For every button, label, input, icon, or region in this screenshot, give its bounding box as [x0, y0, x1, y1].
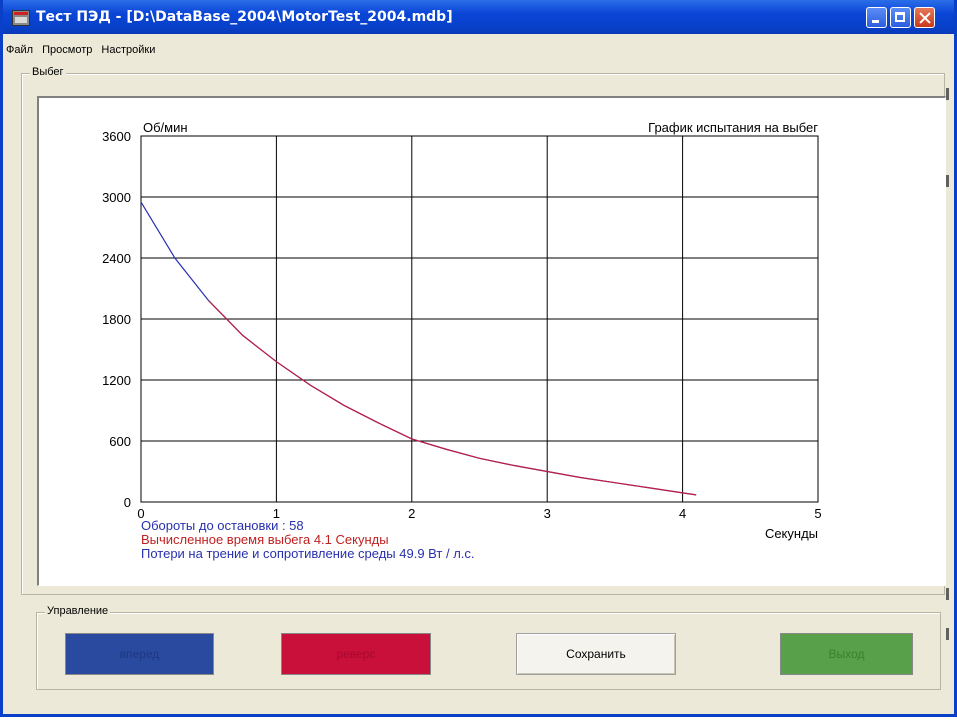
y-tick-label: 0 [124, 495, 131, 510]
control-group-label: Управление [45, 605, 111, 617]
y-tick-label: 3000 [102, 190, 131, 205]
title-bar[interactable]: Тест ПЭД - [D:\DataBase_2004\MotorTest_2… [3, 0, 954, 34]
menu-bar: Файл Просмотр Настройки [6, 44, 161, 62]
forward-button[interactable]: вперед [65, 633, 214, 675]
friction-loss-text: Потери на трение и сопротивление среды 4… [141, 546, 475, 561]
chart-title: График испытания на выбег [648, 120, 818, 135]
menu-file[interactable]: Файл [6, 44, 33, 56]
edge-mark [946, 628, 949, 640]
y-tick-label: 2400 [102, 251, 131, 266]
x-tick-label: 2 [408, 506, 415, 521]
maximize-icon[interactable] [890, 7, 911, 28]
x-tick-label: 4 [679, 506, 686, 521]
y-tick-label: 1800 [102, 312, 131, 327]
y-tick-label: 600 [109, 434, 131, 449]
x-axis-label: Секунды [765, 526, 818, 541]
runout-group-label: Выбег [30, 66, 66, 78]
x-tick-label: 5 [814, 506, 821, 521]
edge-mark [946, 88, 949, 100]
y-tick-label: 3600 [102, 129, 131, 144]
menu-view[interactable]: Просмотр [42, 44, 92, 56]
y-tick-label: 1200 [102, 373, 131, 388]
x-tick-label: 3 [544, 506, 551, 521]
window-title: Тест ПЭД - [D:\DataBase_2004\MotorTest_2… [36, 9, 453, 25]
app-motor-icon[interactable] [12, 10, 30, 26]
runout-chart: 0 1 2 3 4 5060012001800240030003600Об/мин Граф… [102, 120, 822, 561]
app-window: Тест ПЭД - [D:\DataBase_2004\MotorTest_2… [0, 0, 957, 717]
edge-mark [946, 588, 949, 600]
minimize-icon[interactable] [866, 7, 887, 28]
exit-button[interactable]: Выход [780, 633, 913, 675]
revolutions-text: Обороты до остановки : 58 [141, 518, 304, 533]
edge-mark [946, 175, 949, 187]
runout-time-text: Вычисленное время выбега 4.1 Секунды [141, 532, 389, 547]
close-icon[interactable] [914, 7, 935, 28]
y-axis-label: Об/мин [143, 120, 188, 135]
reverse-button[interactable]: реверс [281, 633, 431, 675]
menu-settings[interactable]: Настройки [101, 44, 155, 56]
save-button[interactable]: Сохранить [516, 633, 676, 675]
chart-panel: 0 1 2 3 4 5 0 600 1200 1800 2400 3000 3600 Об/мин Граф… [37, 96, 946, 586]
